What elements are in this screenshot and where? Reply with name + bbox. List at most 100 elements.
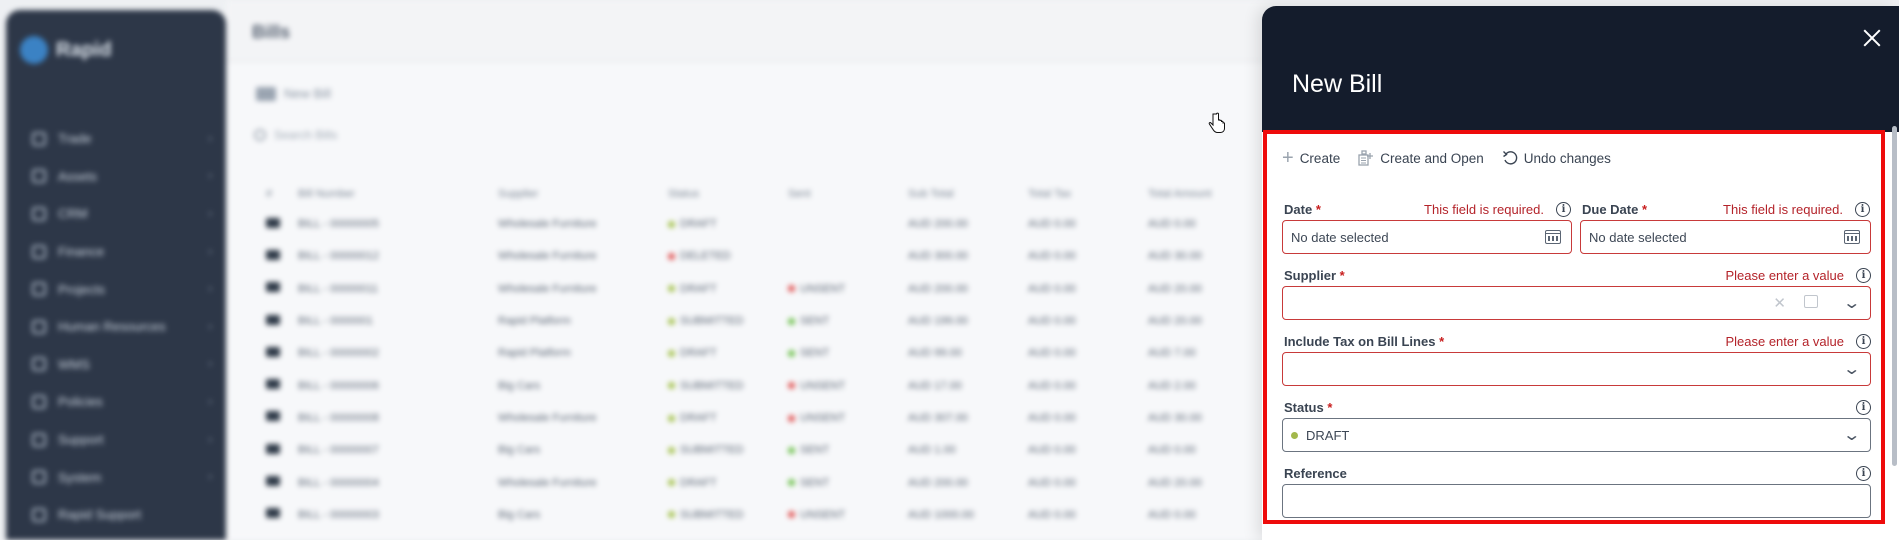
row-open-icon[interactable] [266, 314, 280, 325]
status-cell: SUBMITTED [668, 444, 788, 456]
sidebar-item[interactable]: Finance › [6, 233, 226, 271]
supplier-info-icon[interactable]: i [1856, 267, 1871, 283]
row-open-icon[interactable] [266, 346, 280, 357]
chevron-down-icon[interactable]: ⌄ [1842, 293, 1861, 313]
sidebar-item[interactable]: Rapid Support [6, 496, 226, 534]
column-header[interactable]: Status [668, 188, 788, 200]
supplier-select[interactable]: ✕ ⌄ [1282, 286, 1871, 320]
status-info-icon[interactable]: i [1856, 399, 1871, 415]
row-open-icon[interactable] [266, 249, 280, 260]
chevron-right-icon: › [208, 245, 212, 258]
create-and-open-button[interactable]: Create and Open [1358, 150, 1484, 166]
sidebar-item-label: Assets [58, 168, 98, 184]
total-cell: AUD 0.00 [1148, 444, 1196, 457]
row-open-icon[interactable] [266, 282, 280, 293]
bill-number: BILL - 00000006 [298, 379, 379, 392]
supplier-cell: Wholesale Furniture [498, 282, 597, 295]
row-open-icon[interactable] [266, 217, 280, 228]
calendar-icon[interactable] [1545, 230, 1561, 244]
sidebar-item[interactable]: CRM › [6, 195, 226, 233]
sidebar-item[interactable]: Policies › [6, 383, 226, 421]
sidebar-item[interactable]: WMS › [6, 346, 226, 384]
hand-cursor-icon [1208, 112, 1225, 133]
column-header[interactable]: Supplier [498, 188, 668, 200]
subtotal-cell: AUD 199.00 [908, 315, 968, 328]
sidebar-item[interactable]: Human Resources › [6, 308, 226, 346]
include-tax-label: Include Tax on Bill Lines * [1284, 333, 1445, 349]
new-bill-button[interactable]: New Bill [256, 86, 331, 101]
chevron-right-icon: › [208, 283, 212, 296]
due-date-info-icon[interactable]: i [1855, 201, 1870, 217]
chevron-right-icon: › [208, 471, 212, 484]
column-header[interactable]: Total Amount [1148, 188, 1268, 200]
chevron-right-icon: › [208, 395, 212, 408]
new-bill-label: New Bill [284, 86, 331, 101]
sidebar-item[interactable]: Assets › [6, 158, 226, 196]
sidebar-item-label: CRM [58, 206, 88, 222]
row-open-icon[interactable] [266, 379, 280, 390]
column-header[interactable]: Sent [788, 188, 908, 200]
status-dot [1291, 431, 1298, 439]
open-record-icon[interactable] [1804, 295, 1818, 308]
include-tax-info-icon[interactable]: i [1856, 333, 1871, 349]
row-open-icon[interactable] [266, 508, 280, 519]
nav-icon [32, 282, 46, 297]
date-field[interactable]: No date selected [1282, 220, 1572, 254]
sent-cell: UNSENT [788, 412, 908, 424]
status-dot [668, 479, 675, 487]
total-cell: AUD 20.00 [1148, 282, 1202, 295]
sidebar-item[interactable]: System › [6, 458, 226, 496]
create-label: Create [1299, 150, 1341, 166]
chevron-down-icon[interactable]: ⌄ [1842, 425, 1861, 445]
calendar-icon[interactable] [1844, 230, 1860, 244]
create-button[interactable]: + Create [1282, 148, 1340, 168]
sent-dot [788, 285, 795, 293]
tax-cell: AUD 0.00 [1028, 282, 1076, 295]
clear-icon[interactable]: ✕ [1773, 294, 1786, 312]
row-open-icon[interactable] [266, 443, 280, 454]
logo-icon [20, 36, 48, 64]
due-date-label-row: Due Date * This field is required. i [1582, 200, 1870, 218]
close-icon[interactable] [1862, 28, 1882, 48]
sent-dot [788, 349, 795, 357]
status-label: Status * [1284, 399, 1333, 415]
include-tax-select[interactable]: ⌄ [1282, 352, 1871, 386]
status-dot [668, 317, 675, 325]
new-bill-icon [256, 86, 276, 101]
reference-input[interactable] [1282, 484, 1871, 518]
chevron-down-icon[interactable]: ⌄ [1842, 359, 1861, 379]
total-cell: AUD 0.00 [1148, 218, 1196, 231]
supplier-cell: Rapid Platform [498, 315, 571, 328]
reference-info-icon[interactable]: i [1856, 465, 1871, 481]
include-tax-label-row: Include Tax on Bill Lines * Please enter… [1284, 332, 1871, 350]
sidebar-item[interactable]: Support › [6, 421, 226, 459]
row-open-icon[interactable] [266, 476, 280, 487]
sent-dot [788, 414, 795, 422]
supplier-cell: Wholesale Furniture [498, 218, 597, 231]
sent-cell: UNSENT [788, 380, 908, 392]
column-header[interactable]: Bill Number [298, 188, 498, 200]
column-header[interactable]: Sub Total [908, 188, 1028, 200]
subtotal-cell: AUD 99.00 [908, 347, 962, 360]
status-dot [668, 253, 675, 261]
search-bills[interactable]: Search Bills [254, 128, 337, 142]
select-all-cell[interactable]: # [266, 188, 298, 200]
date-info-icon[interactable]: i [1556, 201, 1571, 217]
total-cell: AUD 0.00 [1148, 508, 1196, 521]
chevron-right-icon: › [208, 433, 212, 446]
status-cell: SUBMITTED [668, 315, 788, 327]
column-header[interactable]: Total Tax [1028, 188, 1148, 200]
status-cell: SUBMITTED [668, 509, 788, 521]
nav-icon [32, 244, 46, 259]
bill-number: BILL - 00000011 [298, 282, 379, 295]
sidebar-item-label: Trade [58, 131, 92, 147]
drawer-scrollbar[interactable] [1892, 126, 1897, 466]
undo-changes-button[interactable]: Undo changes [1502, 150, 1611, 166]
sidebar-item[interactable]: Trade › [6, 120, 226, 158]
subtotal-cell: AUD 307.00 [908, 411, 968, 424]
due-date-field[interactable]: No date selected [1580, 220, 1871, 254]
sidebar-item[interactable]: Projects › [6, 270, 226, 308]
supplier-cell: Big Cars [498, 379, 541, 392]
row-open-icon[interactable] [266, 411, 280, 422]
status-select[interactable]: DRAFT ⌄ [1282, 418, 1871, 452]
